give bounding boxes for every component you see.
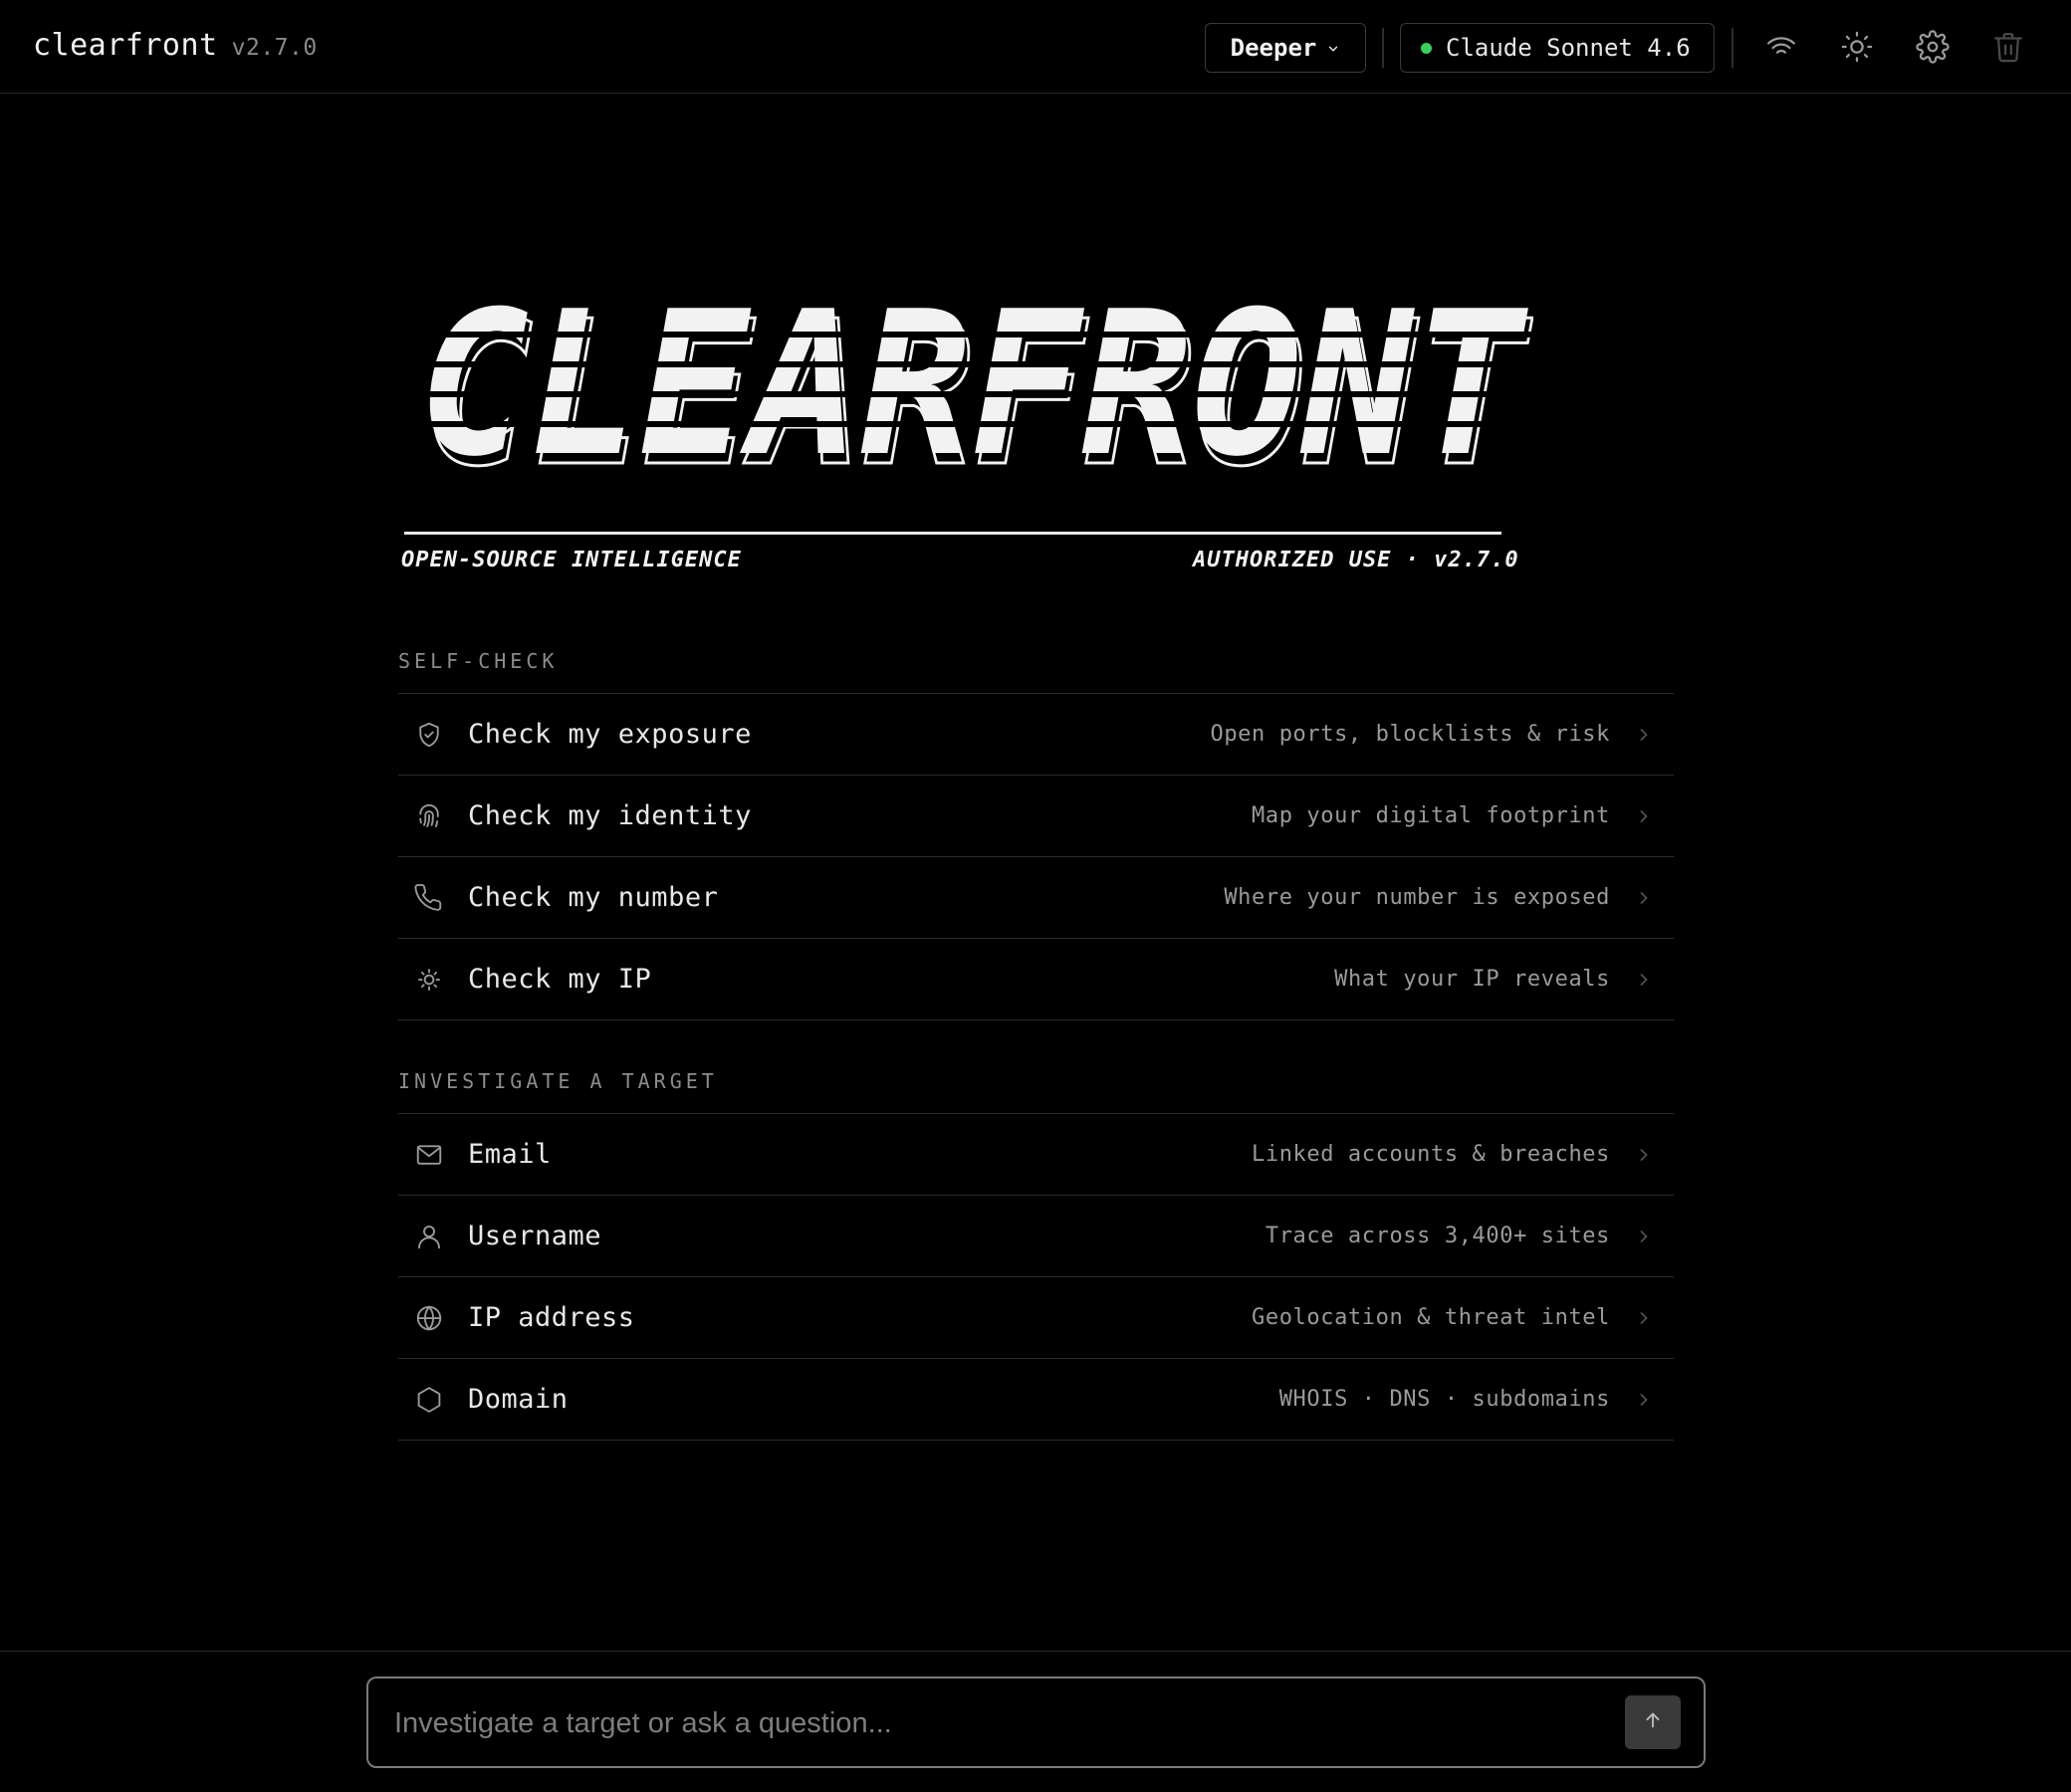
prompt-input[interactable] [392,1698,1571,1748]
sun-icon[interactable] [1840,30,1874,64]
row-label: Check my IP [468,964,652,995]
row-label: Check my number [468,882,719,913]
send-button[interactable] [1625,1695,1681,1749]
chevron-right-icon [1634,725,1654,745]
chevron-right-icon [1634,970,1654,990]
row-desc: WHOIS · DNS · subdomains [1278,1387,1610,1412]
chevron-right-icon [1634,1390,1654,1410]
app-brand: clearfront v2.7.0 [33,28,318,63]
row-label: Check my exposure [468,719,752,750]
tagline-right: AUTHORIZED USE · v2.7.0 [1193,548,1519,572]
divider [1382,28,1384,68]
sun-icon [414,965,444,995]
user-icon [414,1222,444,1251]
section-title-investigate: INVESTIGATE A TARGET [398,1069,718,1093]
chevron-right-icon [1634,806,1654,826]
bottom-divider [0,1651,2071,1652]
row-desc: Where your number is exposed [1224,885,1610,910]
gear-icon[interactable] [1916,30,1950,64]
model-selector[interactable]: Claude Sonnet 4.6 [1400,23,1715,73]
row-label: Check my identity [468,800,752,831]
row-desc: What your IP reveals [1334,967,1610,992]
chevron-right-icon [1634,1308,1654,1328]
model-label: Claude Sonnet 4.6 [1446,34,1691,62]
investigate-username[interactable]: Username Trace across 3,400+ sites [398,1195,1674,1276]
mode-label: Deeper [1230,34,1317,62]
trash-icon[interactable] [1991,30,2025,64]
fingerprint-icon [414,801,444,831]
arrow-up-icon [1642,1709,1664,1735]
investigate-email[interactable]: Email Linked accounts & breaches [398,1113,1674,1195]
self-check-ip[interactable]: Check my IP What your IP reveals [398,938,1674,1020]
row-label: Email [468,1139,552,1170]
self-check-list: Check my exposure Open ports, blocklists… [398,693,1674,1020]
divider [1731,28,1733,68]
prompt-box [366,1677,1706,1768]
logo-rule [404,532,1501,535]
row-desc: Trace across 3,400+ sites [1265,1224,1610,1248]
phone-icon [414,883,444,913]
status-dot [1421,42,1432,54]
mode-dropdown[interactable]: Deeper [1205,23,1366,73]
investigate-list: Email Linked accounts & breaches Usernam… [398,1113,1674,1441]
globe-icon [414,1303,444,1333]
row-label: IP address [468,1302,635,1333]
self-check-identity[interactable]: Check my identity Map your digital footp… [398,775,1674,856]
tagline-left: OPEN-SOURCE INTELLIGENCE [401,548,742,572]
row-desc: Map your digital footprint [1252,803,1610,828]
chevron-right-icon [1634,1145,1654,1165]
row-label: Username [468,1221,602,1251]
app-version: v2.7.0 [231,35,318,61]
clearfront-logo: CLEARFRONT CLEARFRONT [418,269,1534,513]
hexagon-icon [414,1385,444,1415]
chevron-right-icon [1634,1227,1654,1246]
row-label: Domain [468,1384,569,1415]
investigate-domain[interactable]: Domain WHOIS · DNS · subdomains [398,1358,1674,1441]
shield-icon [414,720,444,750]
top-bar: clearfront v2.7.0 Deeper Claude Sonnet 4.… [0,0,2071,94]
chevron-right-icon [1634,888,1654,908]
mail-icon [414,1140,444,1170]
investigate-ip-address[interactable]: IP address Geolocation & threat intel [398,1276,1674,1358]
row-desc: Linked accounts & breaches [1252,1142,1610,1167]
row-desc: Open ports, blocklists & risk [1210,722,1610,747]
self-check-exposure[interactable]: Check my exposure Open ports, blocklists… [398,693,1674,775]
section-title-self-check: SELF-CHECK [398,649,559,673]
row-desc: Geolocation & threat intel [1252,1305,1610,1330]
wifi-icon[interactable] [1764,30,1798,64]
self-check-number[interactable]: Check my number Where your number is exp… [398,856,1674,938]
chevron-down-icon [1326,34,1340,62]
app-name: clearfront [33,28,218,63]
